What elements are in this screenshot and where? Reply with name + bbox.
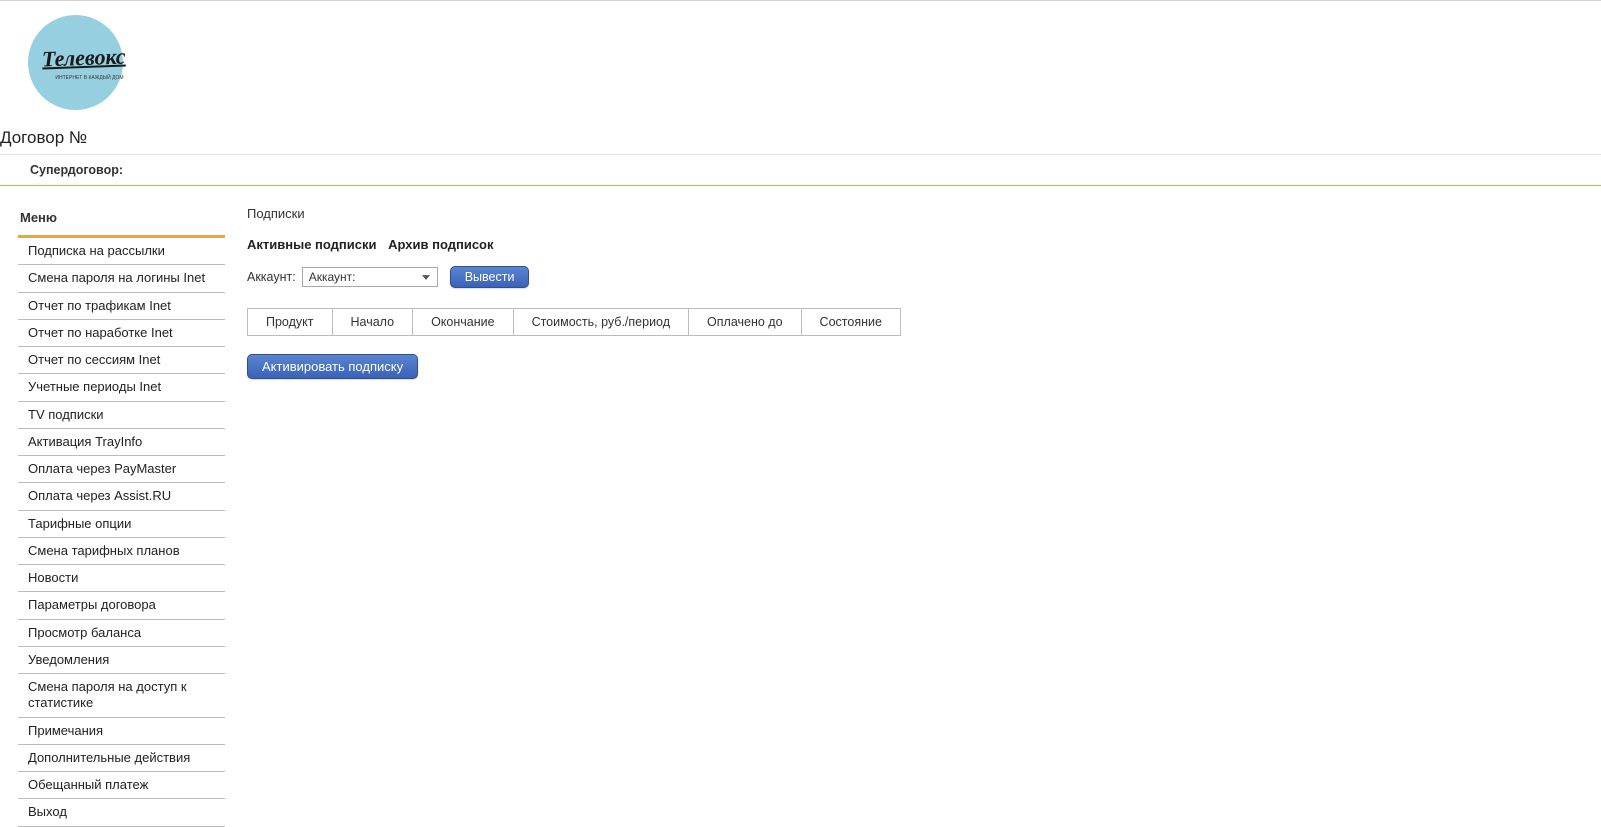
sidebar-item[interactable]: Подписка на рассылки <box>18 238 225 265</box>
brand-logo: Телевокс ИНТЕРНЕТ В КАЖДЫЙ ДОМ <box>28 15 123 110</box>
tab-active-subscriptions[interactable]: Активные подписки <box>247 237 377 252</box>
activate-subscription-button[interactable]: Активировать подписку <box>247 354 418 379</box>
logo-tagline: ИНТЕРНЕТ В КАЖДЫЙ ДОМ <box>55 75 123 81</box>
table-header-cell: Начало <box>332 309 413 336</box>
sidebar-item[interactable]: Отчет по наработке Inet <box>18 320 225 347</box>
sidebar-title: Меню <box>18 196 225 238</box>
logo-area: Телевокс ИНТЕРНЕТ В КАЖДЫЙ ДОМ <box>0 1 1601 124</box>
sidebar-item[interactable]: Оплата через Assist.RU <box>18 483 225 510</box>
chevron-down-icon <box>419 275 433 280</box>
sidebar-item[interactable]: Оплата через PayMaster <box>18 456 225 483</box>
page-title: Подписки <box>247 206 1601 221</box>
sidebar-item[interactable]: Примечания <box>18 718 225 745</box>
sidebar-item[interactable]: Смена пароля на доступ к статистике <box>18 674 225 718</box>
sidebar: Меню Подписка на рассылкиСмена пароля на… <box>18 196 225 827</box>
subscriptions-table: ПродуктНачалоОкончаниеСтоимость, руб./пе… <box>247 308 901 336</box>
sidebar-item[interactable]: Просмотр баланса <box>18 620 225 647</box>
sidebar-item[interactable]: Дополнительные действия <box>18 745 225 772</box>
sidebar-item[interactable]: Смена пароля на логины Inet <box>18 265 225 292</box>
table-header-cell: Состояние <box>801 309 900 336</box>
sidebar-item[interactable]: Параметры договора <box>18 592 225 619</box>
sidebar-item[interactable]: Смена тарифных планов <box>18 538 225 565</box>
tab-archive-subscriptions[interactable]: Архив подписок <box>388 237 493 252</box>
sidebar-item[interactable]: Отчет по трафикам Inet <box>18 293 225 320</box>
account-label: Аккаунт: <box>247 270 296 284</box>
logo-brand-text: Телевокс <box>41 43 125 72</box>
main-content: Подписки Активные подписки Архив подписо… <box>225 196 1601 379</box>
sidebar-item[interactable]: Отчет по сессиям Inet <box>18 347 225 374</box>
sidebar-item[interactable]: Тарифные опции <box>18 511 225 538</box>
sidebar-item[interactable]: Новости <box>18 565 225 592</box>
submit-button[interactable]: Вывести <box>450 266 530 288</box>
account-select-value: Аккаунт: <box>309 270 356 284</box>
sidebar-item[interactable]: TV подписки <box>18 402 225 429</box>
sidebar-item[interactable]: Выход <box>18 799 225 826</box>
table-header-cell: Окончание <box>413 309 514 336</box>
account-select[interactable]: Аккаунт: <box>302 267 438 287</box>
sidebar-item[interactable]: Обещанный платеж <box>18 772 225 799</box>
supercontract-label: Супердоговор: <box>0 154 1601 186</box>
table-header-cell: Продукт <box>248 309 333 336</box>
sidebar-item[interactable]: Учетные периоды Inet <box>18 374 225 401</box>
table-header-cell: Стоимость, руб./период <box>513 309 688 336</box>
table-header-cell: Оплачено до <box>689 309 802 336</box>
contract-number-label: Договор № <box>0 124 1601 154</box>
sidebar-item[interactable]: Активация TrayInfo <box>18 429 225 456</box>
sidebar-item[interactable]: Уведомления <box>18 647 225 674</box>
tabs-row: Активные подписки Архив подписок <box>247 237 1601 252</box>
